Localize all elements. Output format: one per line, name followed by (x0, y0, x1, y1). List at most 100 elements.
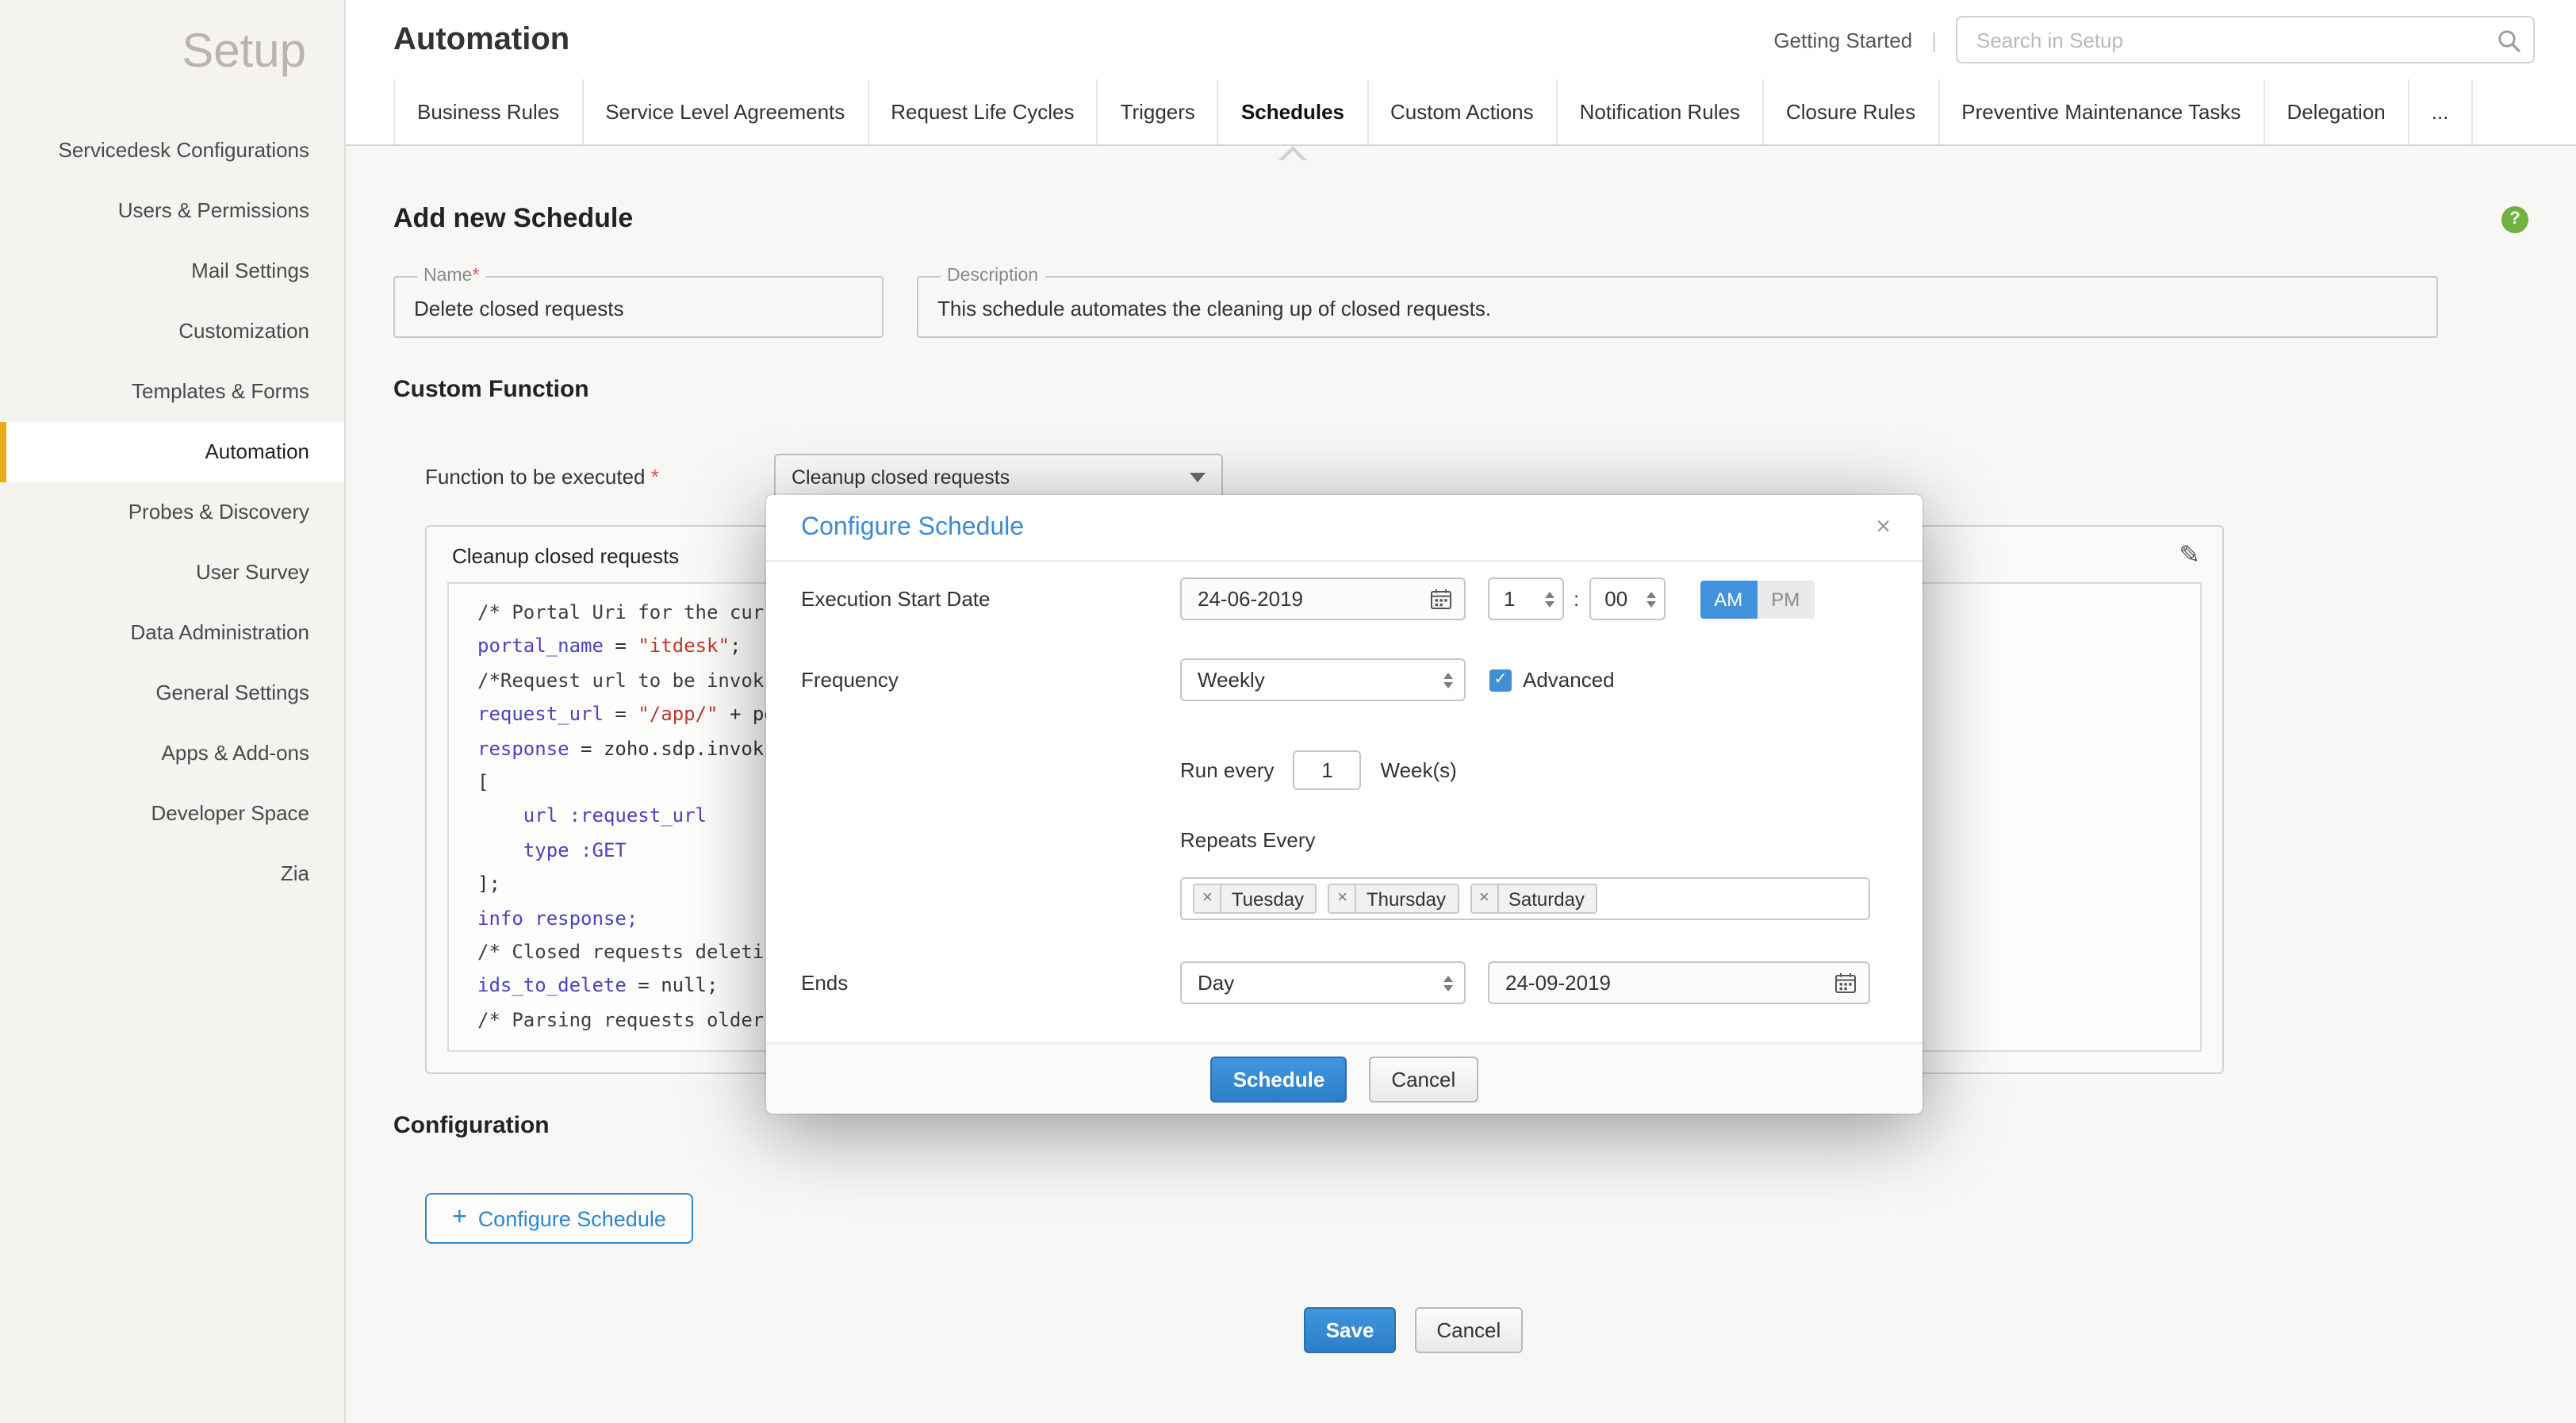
sidebar-item-users-permissions[interactable]: Users & Permissions (0, 181, 344, 241)
sidebar-item-apps-add-ons[interactable]: Apps & Add-ons (0, 723, 344, 784)
add-schedule-title: Add new Schedule (393, 203, 633, 235)
frequency-row: Frequency Weekly ✓ Advanced (801, 658, 1891, 701)
function-row: Function to be executed * Cleanup closed… (393, 454, 2528, 500)
remove-tag-icon[interactable]: × (1194, 885, 1222, 912)
tab-preventive-maintenance-tasks[interactable]: Preventive Maintenance Tasks (1939, 79, 2264, 144)
run-every-row: Run every 1 Week(s) (801, 750, 1891, 790)
tab-closure-rules[interactable]: Closure Rules (1764, 79, 1939, 144)
frequency-select[interactable]: Weekly (1180, 658, 1466, 701)
setup-logo: Setup (0, 0, 344, 121)
modal-cancel-button[interactable]: Cancel (1369, 1056, 1478, 1102)
function-dropdown[interactable]: Cleanup closed requests (774, 454, 1223, 500)
calendar-icon[interactable] (1835, 972, 1856, 993)
plus-icon: + (452, 1206, 467, 1232)
repeat-day-label: Saturday (1499, 888, 1596, 910)
getting-started-link[interactable]: Getting Started (1773, 28, 1912, 52)
pm-option[interactable]: PM (1757, 580, 1814, 618)
repeat-day-tag-tuesday: ×Tuesday (1193, 884, 1317, 914)
help-icon[interactable]: ? (2501, 205, 2528, 232)
sidebar-item-developer-space[interactable]: Developer Space (0, 784, 344, 844)
tab-schedules[interactable]: Schedules (1219, 79, 1368, 144)
tab-request-life-cycles[interactable]: Request Life Cycles (868, 79, 1098, 144)
sidebar-item-probes-discovery[interactable]: Probes & Discovery (0, 482, 344, 543)
cancel-button[interactable]: Cancel (1414, 1308, 1523, 1354)
frequency-value: Weekly (1198, 668, 1265, 692)
run-every-input[interactable]: 1 (1294, 750, 1362, 790)
required-marker: * (651, 465, 659, 489)
setup-window: Setup Servicedesk ConfigurationsUsers & … (0, 0, 2576, 1423)
close-icon[interactable]: × (1876, 515, 1891, 540)
description-field[interactable]: Description This schedule automates the … (917, 267, 2438, 338)
sidebar-nav: Servicedesk ConfigurationsUsers & Permis… (0, 121, 344, 904)
sidebar-item-customization[interactable]: Customization (0, 301, 344, 362)
modal-footer: Schedule Cancel (766, 1042, 1922, 1114)
edit-pencil-icon[interactable]: ✎ (2179, 539, 2200, 571)
calendar-icon[interactable] (1431, 589, 1451, 609)
start-date-label: Execution Start Date (801, 587, 1180, 611)
sidebar-item-data-administration[interactable]: Data Administration (0, 603, 344, 663)
search-input[interactable] (1957, 17, 2481, 62)
tab-more[interactable]: ... (2409, 79, 2473, 144)
modal-body: Execution Start Date 24-06-2019 1 : (766, 577, 1922, 1004)
tab-notification-rules[interactable]: Notification Rules (1558, 79, 1764, 144)
sidebar-item-zia[interactable]: Zia (0, 844, 344, 904)
minute-stepper[interactable]: 00 (1589, 577, 1665, 620)
minute-value: 00 (1604, 587, 1627, 611)
ends-date-input[interactable]: 24-09-2019 (1488, 961, 1870, 1004)
am-option[interactable]: AM (1700, 580, 1757, 618)
ends-date-value: 24-09-2019 (1505, 971, 1611, 995)
remove-tag-icon[interactable]: × (1471, 885, 1499, 912)
function-label: Function to be executed * (425, 465, 774, 489)
configure-schedule-modal: Configure Schedule × Execution Start Dat… (766, 495, 1922, 1114)
remove-tag-icon[interactable]: × (1329, 885, 1357, 912)
sidebar: Setup Servicedesk ConfigurationsUsers & … (0, 0, 346, 1423)
start-date-input[interactable]: 24-06-2019 (1180, 577, 1466, 620)
tab-custom-actions[interactable]: Custom Actions (1368, 79, 1558, 144)
stepper-arrows-icon[interactable] (1646, 591, 1655, 607)
content-area: Add new Schedule ? Name* Delete closed r… (346, 146, 2576, 1423)
tab-delegation[interactable]: Delegation (2264, 79, 2409, 144)
tab-service-level-agreements[interactable]: Service Level Agreements (583, 79, 868, 144)
name-label: Name* (417, 267, 485, 286)
run-every-label: Run every (1180, 758, 1275, 782)
function-dropdown-value: Cleanup closed requests (792, 466, 1010, 488)
sidebar-item-mail-settings[interactable]: Mail Settings (0, 241, 344, 301)
configure-schedule-button[interactable]: + Configure Schedule (425, 1194, 693, 1245)
select-arrows-icon (1443, 975, 1453, 991)
repeat-day-tag-thursday: ×Thursday (1328, 884, 1459, 914)
time-separator: : (1574, 587, 1579, 611)
form-actions: Save Cancel (393, 1308, 2528, 1354)
required-marker: * (472, 267, 479, 286)
page-title-row: Add new Schedule ? (393, 203, 2528, 235)
description-label: Description (941, 267, 1045, 286)
save-button[interactable]: Save (1304, 1308, 1397, 1354)
repeat-days-input[interactable]: ×Tuesday×Thursday×Saturday (1180, 877, 1870, 920)
run-every-unit: Week(s) (1381, 758, 1457, 782)
ends-mode-select[interactable]: Day (1180, 961, 1466, 1004)
stepper-arrows-icon[interactable] (1545, 591, 1554, 607)
hour-stepper[interactable]: 1 (1488, 577, 1564, 620)
configure-schedule-wrap: + Configure Schedule (425, 1194, 2528, 1245)
frequency-label: Frequency (801, 668, 1180, 692)
configuration-heading: Configuration (393, 1113, 2528, 1140)
chevron-down-icon (1190, 472, 1206, 481)
advanced-checkbox[interactable]: ✓ (1489, 669, 1512, 691)
tab-triggers[interactable]: Triggers (1098, 79, 1219, 144)
name-field[interactable]: Name* Delete closed requests (393, 267, 884, 338)
select-arrows-icon (1443, 672, 1453, 688)
tab-business-rules[interactable]: Business Rules (393, 79, 583, 144)
sidebar-item-user-survey[interactable]: User Survey (0, 543, 344, 603)
sidebar-item-general-settings[interactable]: General Settings (0, 663, 344, 723)
advanced-toggle[interactable]: ✓ Advanced (1489, 668, 1615, 692)
schedule-button[interactable]: Schedule (1211, 1056, 1347, 1102)
description-value[interactable]: This schedule automates the cleaning up … (937, 292, 2417, 320)
search-box (1956, 16, 2535, 63)
ends-row: Ends Day 24-09-2019 (801, 961, 1891, 1004)
name-value[interactable]: Delete closed requests (414, 292, 863, 320)
header-right: Getting Started | (1773, 16, 2535, 63)
sidebar-item-automation[interactable]: Automation (0, 422, 344, 482)
advanced-label: Advanced (1523, 668, 1615, 692)
search-icon[interactable] (2497, 29, 2522, 62)
sidebar-item-servicedesk-configurations[interactable]: Servicedesk Configurations (0, 121, 344, 181)
sidebar-item-templates-forms[interactable]: Templates & Forms (0, 362, 344, 422)
